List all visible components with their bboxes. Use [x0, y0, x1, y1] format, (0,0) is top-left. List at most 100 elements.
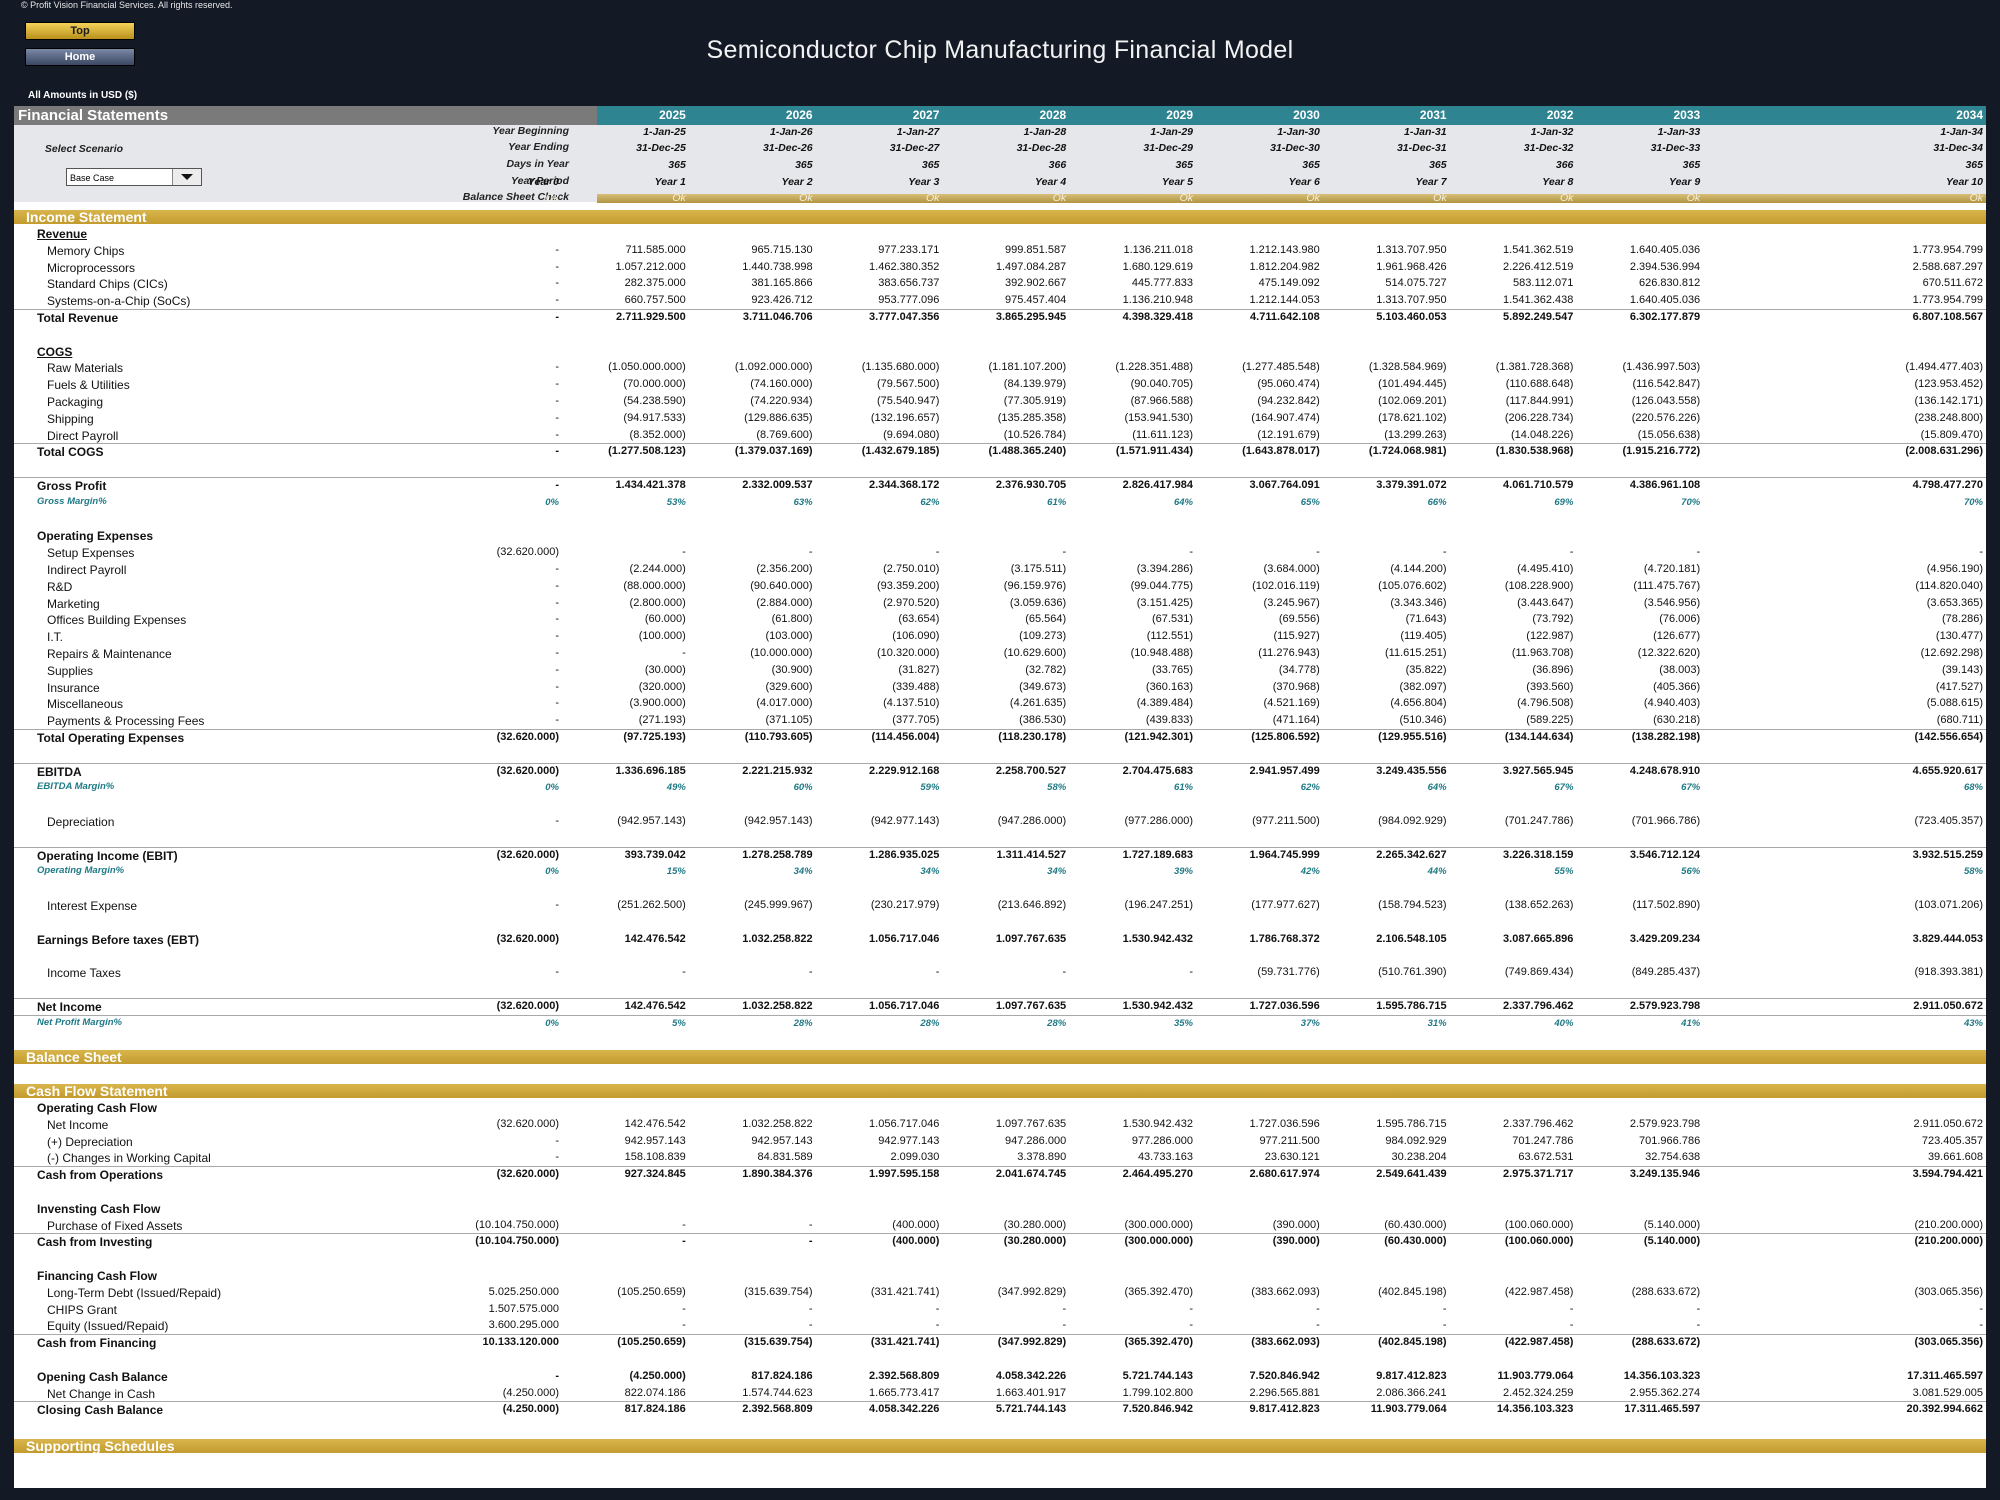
income-value-cell: -: [555, 411, 559, 424]
checks-cell: Ok: [1433, 192, 1447, 204]
income-value-cell: (88.000.000): [623, 579, 686, 592]
income-value-cell: 70%: [1681, 496, 1701, 508]
income-value-cell: 69%: [1554, 496, 1574, 508]
income-value-cell: (1.228.351.488): [1115, 361, 1193, 374]
income-value-cell: -: [555, 714, 559, 727]
cashflow-row-label: Operating Cash Flow: [37, 1101, 158, 1115]
income-value-cell: (4.656.804): [1390, 697, 1447, 710]
checks-cell: Ok: [1306, 192, 1320, 204]
income-value-cell: (386.530): [1019, 714, 1067, 727]
income-value-cell: (59.731.776): [1257, 966, 1320, 979]
row-divider: [14, 1166, 1986, 1168]
cashflow-value-cell: -: [1062, 1319, 1067, 1332]
cashflow-value-cell: 942.957.143: [751, 1134, 813, 1147]
year_ending-cell: 31-Dec-30: [1270, 142, 1320, 154]
income-value-cell: (3.684.000): [1263, 563, 1320, 575]
year_beginning-cell: 1-Jan-26: [769, 126, 813, 138]
income-value-cell: -: [1189, 966, 1193, 979]
income-value-cell: (3.151.425): [1136, 596, 1193, 609]
income-value-cell: 626.830.812: [1639, 277, 1701, 290]
income-value-cell: 1.541.362.438: [1503, 294, 1574, 307]
income-value-cell: 0%: [545, 1017, 559, 1029]
income-value-cell: (103.071.206): [1914, 899, 1984, 911]
cashflow-row-label: CHIPS Grant: [47, 1302, 118, 1317]
cashflow-value-cell: 984.092.929: [1385, 1134, 1447, 1147]
income-value-cell: 1.097.767.635: [995, 999, 1067, 1012]
days-cell: 365: [921, 159, 940, 171]
income-value-cell: -: [682, 966, 686, 979]
chevron-down-icon[interactable]: [172, 169, 201, 185]
select-scenario-label: Select Scenario: [44, 143, 124, 155]
income-value-cell: (32.782): [1025, 663, 1067, 676]
income-value-cell: 2.258.700.527: [995, 764, 1067, 777]
cashflow-value-cell: 2.955.362.274: [1629, 1386, 1701, 1399]
income-value-cell: 3.067.764.091: [1249, 479, 1320, 491]
cashflow-value-cell: (331.421.741): [870, 1336, 940, 1349]
income-value-cell: 34%: [1047, 866, 1067, 878]
income-value-cell: (32.620.000): [496, 999, 559, 1012]
income-value-cell: -: [555, 647, 559, 659]
income-value-cell: -: [555, 613, 559, 626]
periods-cell: Year 3: [908, 176, 940, 188]
cashflow-value-cell: 5.025.250.000: [488, 1285, 559, 1298]
income-value-cell: (142.556.654): [1914, 731, 1984, 743]
periods-cell: Year 8: [1542, 176, 1574, 188]
income-value-cell: 392.902.667: [1005, 277, 1067, 290]
cashflow-value-cell: 2.296.565.881: [1249, 1386, 1320, 1399]
income-value-cell: (1.643.878.017): [1242, 445, 1320, 458]
income-value-cell: (680.711): [1936, 714, 1983, 727]
income-value-cell: 35%: [1173, 1017, 1193, 1029]
row-divider: [14, 729, 1986, 730]
income-value-cell: -: [555, 361, 559, 374]
income-value-cell: (329.600): [765, 680, 813, 693]
income-value-cell: 2.332.009.537: [742, 479, 813, 491]
cashflow-value-cell: -: [555, 1151, 559, 1164]
income-value-cell: (4.137.510): [883, 697, 940, 710]
income-value-cell: -: [555, 445, 559, 458]
income-value-cell: (118.230.178): [998, 731, 1067, 743]
income-value-cell: (1.135.680.000): [861, 361, 940, 374]
income-value-cell: -: [1062, 546, 1067, 559]
income-value-cell: -: [555, 277, 559, 290]
cashflow-value-cell: 1.595.786.715: [1376, 1117, 1447, 1130]
currency-note: All Amounts in USD ($): [28, 90, 138, 101]
income-value-cell: 3.829.444.053: [1912, 932, 1983, 945]
cashflow-row-label: Net Income: [47, 1117, 109, 1132]
income-value-cell: -: [555, 260, 559, 273]
cashflow-value-cell: 2.452.324.259: [1503, 1386, 1574, 1399]
income-value-cell: (5.088.615): [1926, 697, 1983, 710]
income-value-cell: 4.798.477.270: [1912, 479, 1983, 491]
cashflow-value-cell: 9.817.412.823: [1376, 1369, 1447, 1382]
cashflow-row-label: Long-Term Debt (Issued/Repaid): [47, 1285, 222, 1300]
cashflow-value-cell: -: [1189, 1302, 1193, 1315]
cashflow-value-cell: -: [1189, 1319, 1193, 1332]
checks-cell: Ok: [1686, 192, 1701, 204]
year-header-2033: 2033: [1673, 108, 1701, 122]
cashflow-value-cell: 10.133.120.000: [482, 1336, 559, 1349]
income-row-label: Total Revenue: [37, 311, 119, 325]
income-value-cell: 923.426.712: [751, 294, 813, 307]
income-value-cell: (11.615.251): [1385, 647, 1447, 659]
cashflow-value-cell: -: [808, 1235, 813, 1248]
income-value-cell: (918.393.381): [1914, 966, 1984, 979]
cashflow-row-label: Invensting Cash Flow: [37, 1201, 161, 1216]
cashflow-value-cell: (402.845.198): [1378, 1285, 1447, 1298]
income-value-cell: (63.654): [898, 613, 940, 626]
cashflow-value-cell: 3.081.529.005: [1912, 1386, 1983, 1399]
income-value-cell: (110.688.648): [1505, 378, 1574, 391]
income-value-cell: 1.964.745.999: [1249, 848, 1320, 861]
cashflow-value-cell: 927.324.845: [624, 1168, 686, 1181]
income-row-label: R&D: [47, 579, 73, 594]
income-value-cell: 965.715.130: [751, 243, 813, 256]
income-value-cell: -: [555, 596, 559, 609]
income-row-label: Gross Profit: [37, 479, 107, 493]
cashflow-value-cell: 1.056.717.046: [869, 1117, 940, 1130]
scenario-select[interactable]: Base Case: [66, 168, 202, 186]
income-value-cell: (1.436.997.503): [1622, 361, 1701, 374]
income-value-cell: 64%: [1173, 496, 1193, 508]
cashflow-value-cell: 2.680.617.974: [1249, 1168, 1320, 1181]
income-value-cell: -: [682, 546, 686, 559]
income-value-cell: (3.653.365): [1926, 596, 1983, 609]
income-value-cell: (129.955.516): [1378, 731, 1447, 743]
income-value-cell: 3.249.435.556: [1376, 764, 1447, 777]
